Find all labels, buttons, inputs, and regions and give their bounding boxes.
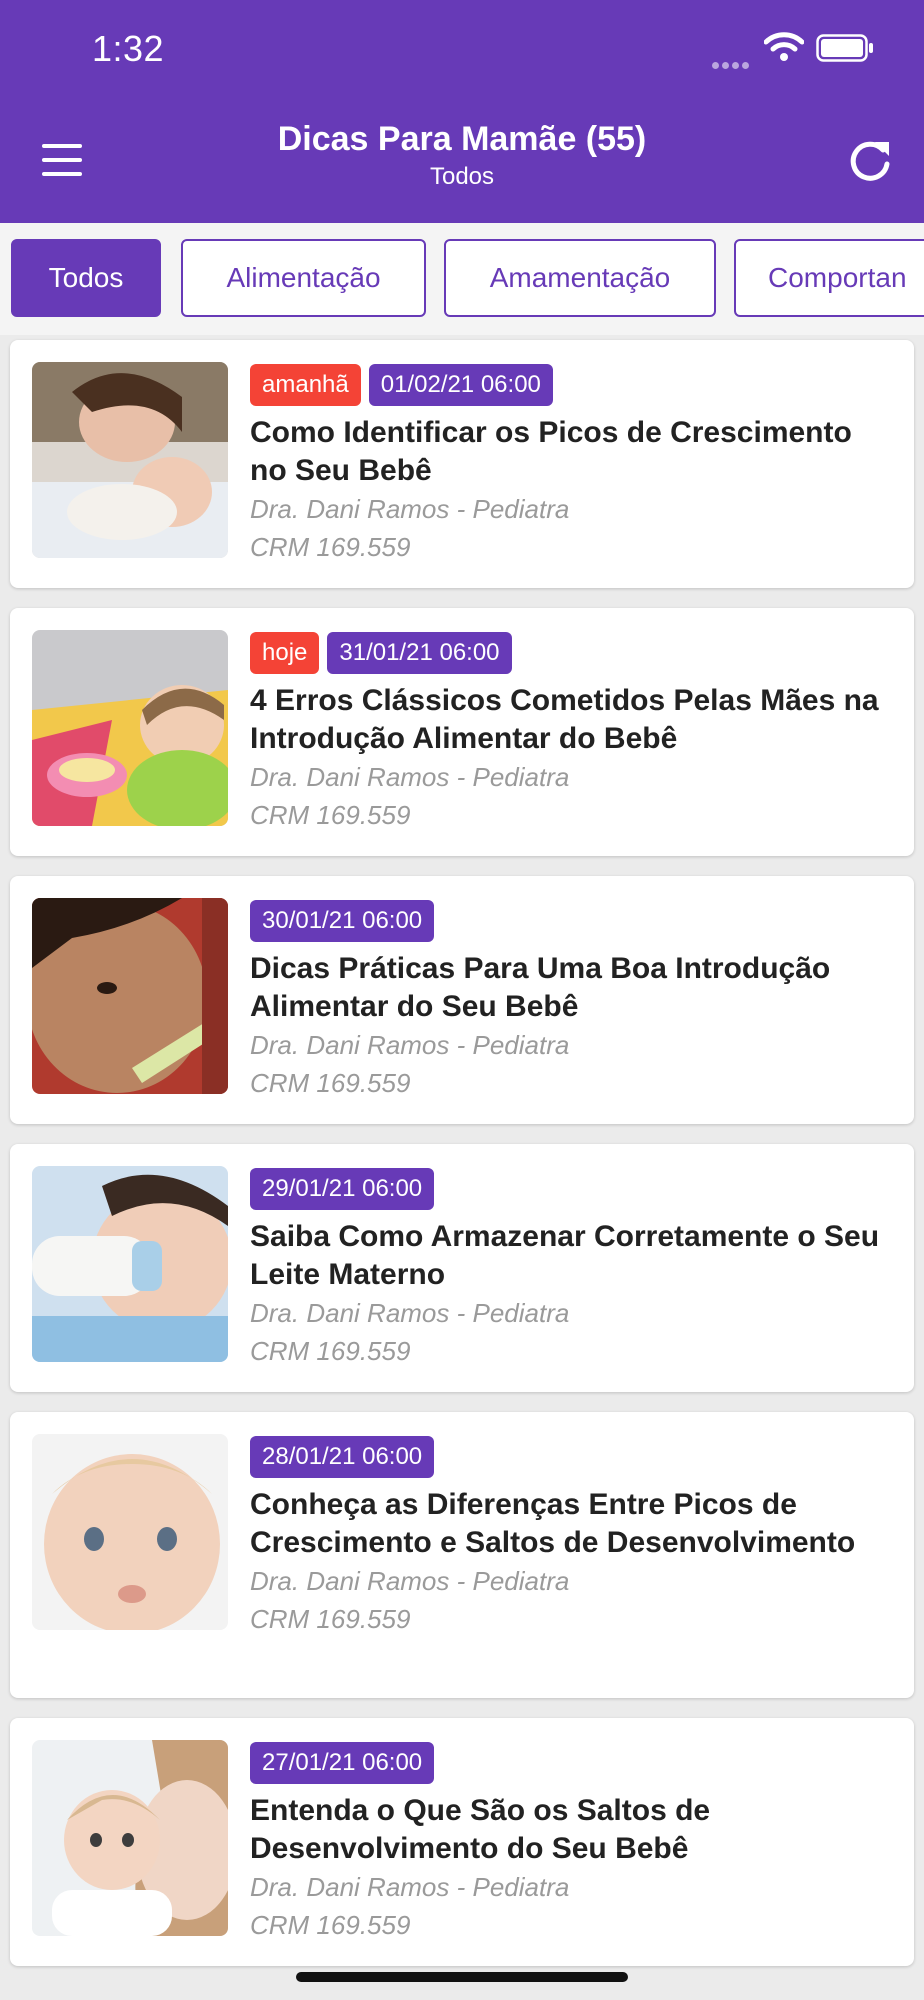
filter-amamentacao[interactable]: Amamentação [444,239,716,317]
date-badge: 28/01/21 06:00 [250,1436,435,1478]
article-author: Dra. Dani Ramos - Pediatra [250,762,570,792]
category-filter-bar: Todos Alimentação Amamentação Comportan [0,223,924,335]
date-badge: 27/01/21 06:00 [250,1742,435,1784]
article-title: Como Identificar os Picos de Crescimento… [250,416,852,487]
battery-icon [816,34,873,62]
article-author: Dra. Dani Ramos - Pediatra [250,1298,570,1328]
article-thumbnail [32,1740,228,1936]
date-badge: 31/01/21 06:00 [327,632,512,674]
article-title: 4 Erros Clássicos Cometidos Pelas Mães n… [250,684,879,755]
article-thumbnail [32,1434,228,1630]
article-card[interactable]: 30/01/21 06:00 Dicas Práticas Para Uma B… [10,876,914,1124]
article-title: Conheça as Diferenças Entre Picos de Cre… [250,1488,856,1559]
article-thumbnail [32,1166,228,1362]
article-card[interactable]: 27/01/21 06:00 Entenda o Que São os Salt… [10,1718,914,1966]
refresh-icon[interactable] [845,136,895,186]
article-thumbnail [32,362,228,558]
page-subtitle: Todos [429,163,495,190]
filter-alimentacao[interactable]: Alimentação [181,239,426,317]
article-author: Dra. Dani Ramos - Pediatra [250,1566,570,1596]
signal-icon [712,56,752,74]
article-title: Entenda o Que São os Saltos de Desenvolv… [250,1794,711,1865]
article-card[interactable]: hoje 31/01/21 06:00 4 Erros Clássicos Com… [10,608,914,856]
article-crm: CRM 169.559 [250,1910,411,1940]
article-thumbnail [32,630,228,826]
filter-todos[interactable]: Todos [11,239,161,317]
article-title: Saiba Como Armazenar Corretamente o Seu … [250,1220,880,1291]
article-card[interactable]: amanhã 01/02/21 06:00 Como Identificar os… [10,340,914,588]
status-time: 1:32 [92,28,165,69]
article-author: Dra. Dani Ramos - Pediatra [250,1872,570,1902]
article-author: Dra. Dani Ramos - Pediatra [250,1030,570,1060]
article-author: Dra. Dani Ramos - Pediatra [250,494,570,524]
date-badge: 30/01/21 06:00 [250,900,435,942]
app-header: 1:32 Dicas Para Mamãe (55) Todos [0,0,924,223]
article-title: Dicas Práticas Para Uma Boa Introdução A… [250,952,831,1023]
date-badge: 01/02/21 06:00 [368,364,553,406]
wifi-icon [764,32,804,61]
home-indicator [296,1972,628,1982]
relative-date-badge: amanhã [250,364,361,406]
article-crm: CRM 169.559 [250,532,411,562]
date-badge: 29/01/21 06:00 [250,1168,435,1210]
page-title: Dicas Para Mamãe (55) [277,120,647,158]
article-crm: CRM 169.559 [250,800,411,830]
article-thumbnail [32,898,228,1094]
filter-comportamento[interactable]: Comportan [734,239,924,317]
article-card[interactable]: 29/01/21 06:00 Saiba Como Armazenar Corr… [10,1144,914,1392]
article-card[interactable]: 28/01/21 06:00 Conheça as Diferenças Ent… [10,1412,914,1698]
article-crm: CRM 169.559 [250,1336,411,1366]
relative-date-badge: hoje [250,632,320,674]
article-crm: CRM 169.559 [250,1068,411,1098]
article-crm: CRM 169.559 [250,1604,411,1634]
